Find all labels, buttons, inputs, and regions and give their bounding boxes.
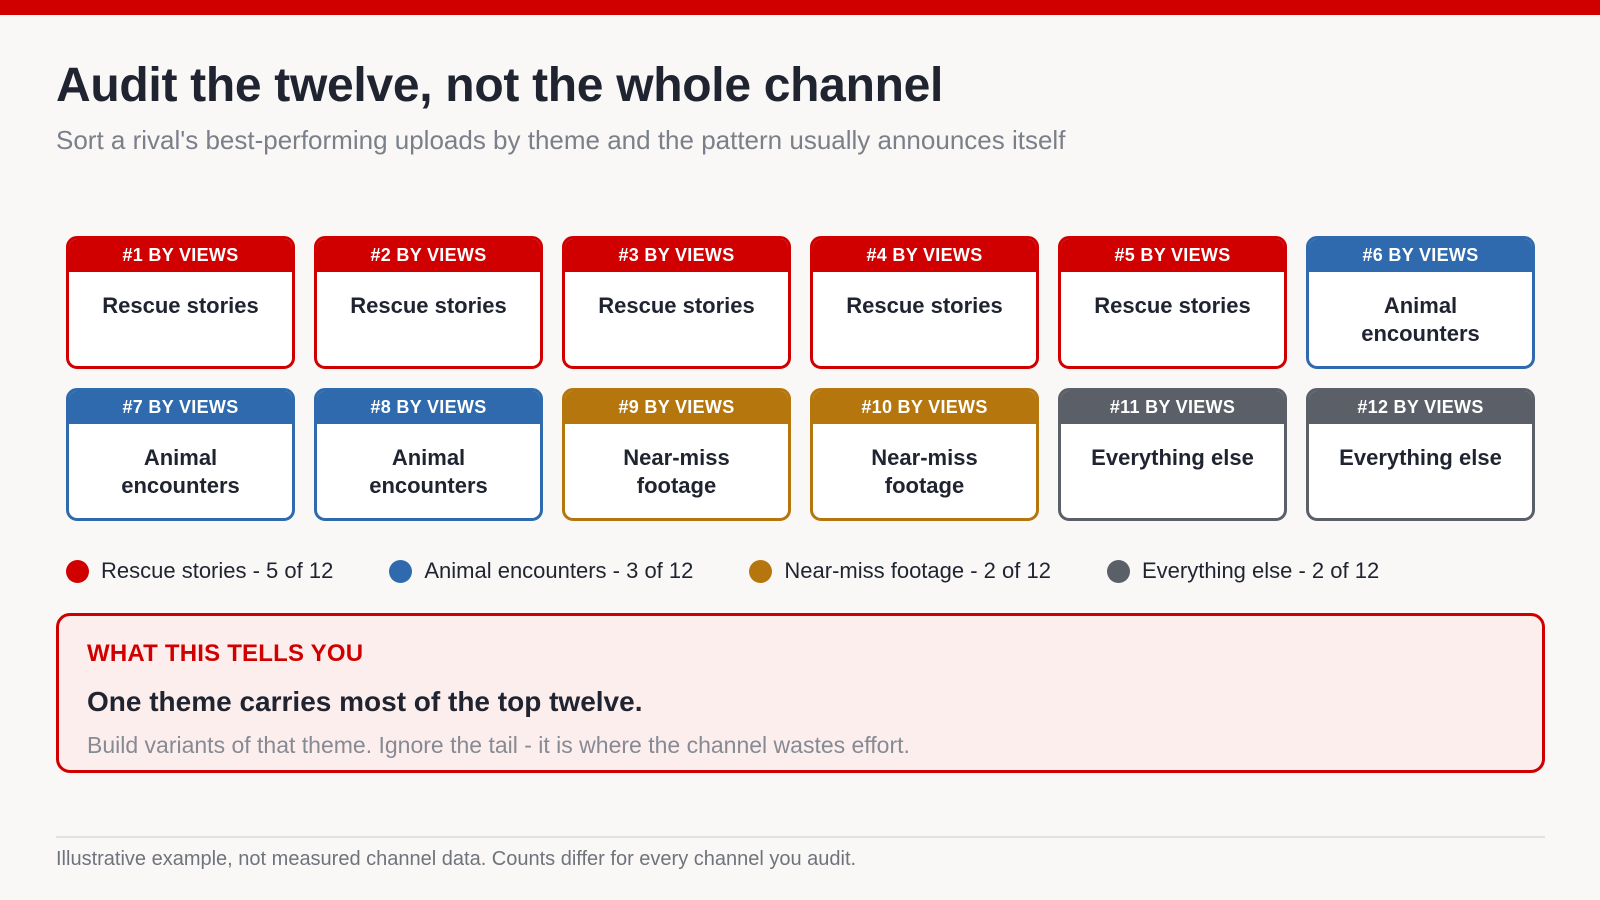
card-rank-label: #11 BY VIEWS bbox=[1061, 391, 1284, 424]
card-theme-label: Near-miss footage bbox=[871, 445, 978, 498]
top-accent-bar bbox=[0, 0, 1600, 15]
insight-kicker: WHAT THIS TELLS YOU bbox=[87, 640, 364, 667]
theme-card-2: #2 BY VIEWS Rescue stories bbox=[314, 236, 543, 369]
theme-card-6: #6 BY VIEWS Animal encounters bbox=[1306, 236, 1535, 369]
theme-card-7: #7 BY VIEWS Animal encounters bbox=[66, 388, 295, 521]
card-theme-label: Near-miss footage bbox=[623, 445, 730, 498]
legend-dot-icon bbox=[1106, 559, 1130, 583]
legend-item-rescue: Rescue stories - 5 of 12 bbox=[66, 558, 333, 584]
insight-body: Build variants of that theme. Ignore the… bbox=[87, 732, 910, 758]
legend-label: Animal encounters - 3 of 12 bbox=[424, 558, 694, 583]
card-rank-label: #12 BY VIEWS bbox=[1309, 391, 1532, 424]
card-rank-label: #2 BY VIEWS bbox=[317, 239, 540, 272]
insight-callout: WHAT THIS TELLS YOU One theme carries mo… bbox=[56, 613, 1545, 773]
card-theme-label: Animal encounters bbox=[369, 445, 488, 498]
top-twelve-grid: #1 BY VIEWS Rescue stories #2 BY VIEWS Resc… bbox=[66, 236, 1535, 521]
card-rank-label: #6 BY VIEWS bbox=[1309, 239, 1532, 272]
card-rank-label: #8 BY VIEWS bbox=[317, 391, 540, 424]
card-rank-label: #9 BY VIEWS bbox=[565, 391, 788, 424]
legend-label: Near-miss footage - 2 of 12 bbox=[784, 558, 1051, 583]
theme-legend: Rescue stories - 5 of 12 Animal encounter… bbox=[66, 558, 1379, 584]
theme-card-4: #4 BY VIEWS Rescue stories bbox=[810, 236, 1039, 369]
theme-card-3: #3 BY VIEWS Rescue stories bbox=[562, 236, 791, 369]
legend-item-nearmiss: Near-miss footage - 2 of 12 bbox=[749, 558, 1051, 584]
legend-dot-icon bbox=[749, 559, 773, 583]
theme-card-11: #11 BY VIEWS Everything else bbox=[1058, 388, 1287, 521]
theme-card-1: #1 BY VIEWS Rescue stories bbox=[66, 236, 295, 369]
card-rank-label: #4 BY VIEWS bbox=[813, 239, 1036, 272]
card-theme-label: Everything else bbox=[1091, 445, 1254, 470]
theme-card-12: #12 BY VIEWS Everything else bbox=[1306, 388, 1535, 521]
footer-divider bbox=[56, 836, 1545, 838]
card-theme-label: Rescue stories bbox=[598, 293, 755, 318]
theme-card-8: #8 BY VIEWS Animal encounters bbox=[314, 388, 543, 521]
legend-dot-icon bbox=[389, 559, 413, 583]
legend-dot-icon bbox=[66, 559, 89, 583]
legend-item-animal: Animal encounters - 3 of 12 bbox=[389, 558, 693, 584]
theme-card-9: #9 BY VIEWS Near-miss footage bbox=[562, 388, 791, 521]
card-theme-label: Rescue stories bbox=[1094, 293, 1251, 318]
footnote: Illustrative example, not measured chann… bbox=[56, 848, 857, 870]
card-rank-label: #1 BY VIEWS bbox=[69, 239, 292, 272]
theme-card-5: #5 BY VIEWS Rescue stories bbox=[1058, 236, 1287, 369]
page-title: Audit the twelve, not the whole channel bbox=[56, 59, 944, 112]
card-rank-label: #10 BY VIEWS bbox=[813, 391, 1036, 424]
card-theme-label: Rescue stories bbox=[102, 293, 259, 318]
legend-item-other: Everything else - 2 of 12 bbox=[1106, 558, 1380, 584]
card-rank-label: #3 BY VIEWS bbox=[565, 239, 788, 272]
theme-card-10: #10 BY VIEWS Near-miss footage bbox=[810, 388, 1039, 521]
insight-headline: One theme carries most of the top twelve… bbox=[87, 686, 643, 717]
legend-label: Rescue stories - 5 of 12 bbox=[101, 558, 334, 583]
card-theme-label: Everything else bbox=[1339, 445, 1502, 470]
card-theme-label: Animal encounters bbox=[121, 445, 240, 498]
card-theme-label: Rescue stories bbox=[846, 293, 1003, 318]
page-subtitle: Sort a rival's best-performing uploads b… bbox=[56, 125, 1066, 155]
card-rank-label: #5 BY VIEWS bbox=[1061, 239, 1284, 272]
legend-label: Everything else - 2 of 12 bbox=[1141, 558, 1380, 583]
card-rank-label: #7 BY VIEWS bbox=[69, 391, 292, 424]
card-theme-label: Rescue stories bbox=[350, 293, 507, 318]
card-theme-label: Animal encounters bbox=[1361, 293, 1480, 346]
